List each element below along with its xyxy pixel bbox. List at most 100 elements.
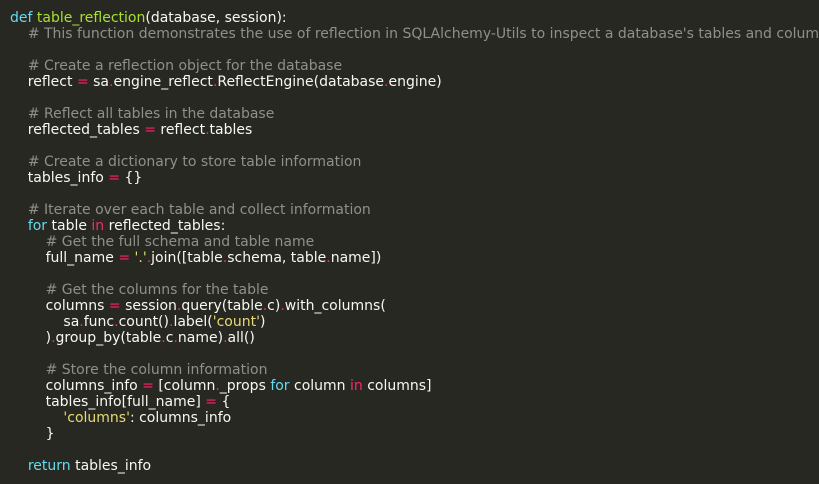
code-line: # Reflect all tables in the database: [10, 106, 819, 122]
code-line: # Get the full schema and table name: [10, 234, 819, 250]
string-token: '.': [134, 250, 147, 266]
code-token: columns]: [362, 378, 432, 394]
code-token: with_columns(: [284, 298, 386, 314]
code-token: c): [267, 298, 281, 314]
code-token: ReflectEngine(database: [217, 74, 385, 90]
operator-token: =: [144, 122, 156, 138]
operator-token: =: [76, 74, 89, 90]
code-token: all(): [227, 330, 255, 346]
code-line: # Get the columns for the table: [10, 282, 819, 298]
code-token: ): [10, 330, 52, 346]
code-token: label(: [173, 314, 213, 330]
code-token: ): [259, 314, 266, 330]
code-line: # Create a reflection object for the dat…: [10, 58, 819, 74]
code-token: columns_info: [10, 378, 143, 394]
code-token: tables: [209, 122, 253, 138]
code-token: tables_info: [70, 458, 152, 474]
code-editor[interactable]: def table_reflection(database, session):…: [0, 0, 819, 484]
code-line: tables_info[full_name] = {: [10, 394, 819, 410]
code-line: }: [10, 426, 819, 442]
code-line: # Store the column information: [10, 362, 819, 378]
code-line: # This function demonstrates the use of …: [10, 26, 819, 42]
function-name-token: table_reflection: [36, 10, 146, 26]
comment-token: # Store the column information: [45, 362, 268, 378]
code-token: : columns_info: [129, 410, 232, 426]
comment-token: # This function demonstrates the use of …: [27, 26, 819, 42]
code-token: columns: [10, 298, 109, 314]
code-line: # Create a dictionary to store table inf…: [10, 154, 819, 170]
code-token: count(): [118, 314, 169, 330]
operator-token: =: [142, 378, 154, 394]
code-line: for table in reflected_tables:: [10, 218, 819, 234]
code-line: # Iterate over each table and collect in…: [10, 202, 819, 218]
code-token: {: [217, 394, 231, 410]
code-token: tables_info[full_name]: [10, 394, 206, 410]
code-token: join([table: [151, 250, 223, 266]
code-token: reflected_tables: [10, 122, 145, 138]
string-token: 'columns': [63, 410, 130, 426]
code-token: [column: [153, 378, 216, 394]
code-token: }: [10, 426, 55, 442]
code-line: return tables_info: [10, 458, 819, 474]
code-token: tables_info: [10, 170, 109, 186]
code-line: 'columns': columns_info: [10, 410, 819, 426]
operator-token: in: [91, 218, 105, 234]
code-token: func: [83, 314, 115, 330]
code-line: columns = session.query(table.c).with_co…: [10, 298, 819, 314]
comment-token: # Get the full schema and table name: [45, 234, 315, 250]
comment-token: # Get the columns for the table: [45, 282, 269, 298]
keyword-token: def: [10, 10, 33, 26]
code-token: sa: [10, 314, 80, 330]
code-line: def table_reflection(database, session):: [10, 10, 819, 26]
code-token: column: [289, 378, 350, 394]
comment-token: # Create a dictionary to store table inf…: [27, 154, 362, 170]
code-token: sa: [88, 74, 109, 90]
code-line: full_name = '.'.join([table.schema, tabl…: [10, 250, 819, 266]
code-token: table: [47, 218, 92, 234]
comment-token: # Reflect all tables in the database: [27, 106, 275, 122]
keyword-token: for: [27, 218, 48, 234]
operator-token: =: [205, 394, 218, 410]
code-line: ).group_by(table.c.name).all(): [10, 330, 819, 346]
code-token: (database, session):: [145, 10, 287, 26]
code-line: columns_info = [column._props for column…: [10, 378, 819, 394]
code-token: reflect: [155, 122, 206, 138]
code-token: {}: [120, 170, 143, 186]
code-line: sa.func.count().label('count'): [10, 314, 819, 330]
code-token: name]): [330, 250, 382, 266]
operator-token: in: [350, 378, 363, 394]
code-token: _props: [219, 378, 271, 394]
code-token: engine_reflect: [113, 74, 213, 90]
code-token: query(table: [181, 298, 263, 314]
code-token: group_by(table: [55, 330, 162, 346]
code-token: reflect: [10, 74, 77, 90]
comment-token: # Create a reflection object for the dat…: [27, 58, 343, 74]
code-line: reflected_tables = reflect.tables: [10, 122, 819, 138]
code-token: session: [120, 298, 177, 314]
comment-token: # Iterate over each table and collect in…: [27, 202, 371, 218]
string-token: 'count': [212, 314, 260, 330]
code-line: reflect = sa.engine_reflect.ReflectEngin…: [10, 74, 819, 90]
keyword-token: return: [27, 458, 71, 474]
operator-token: =: [108, 170, 120, 186]
code-token: engine): [388, 74, 442, 90]
code-token: full_name: [10, 250, 119, 266]
